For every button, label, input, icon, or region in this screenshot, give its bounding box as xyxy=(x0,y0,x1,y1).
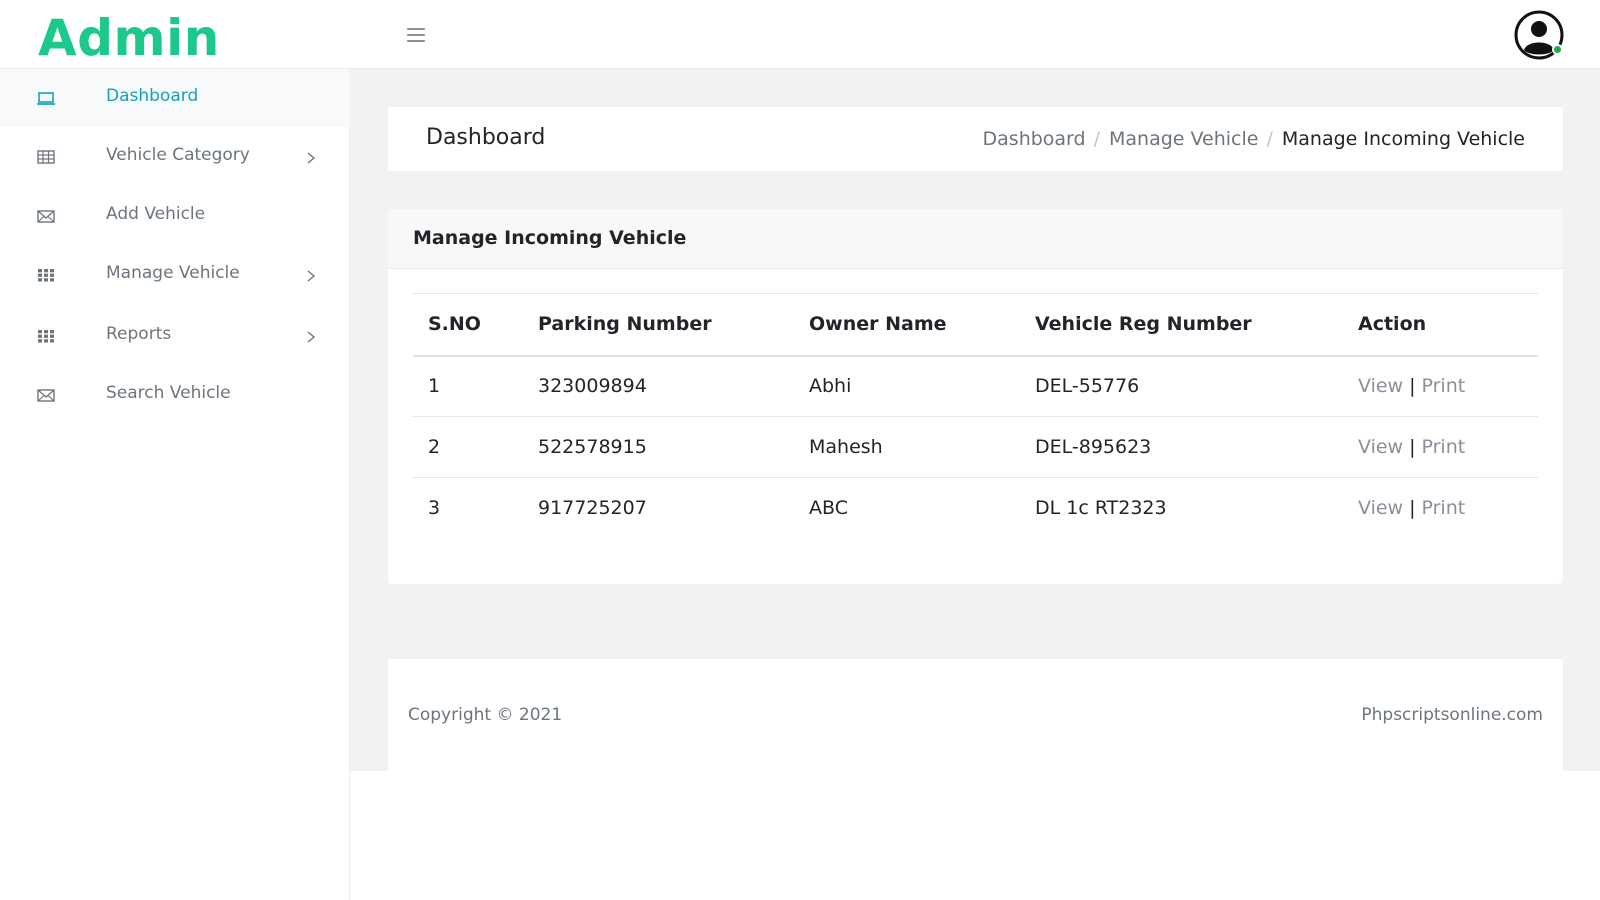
sidebar-item-search-vehicle[interactable]: Search Vehicle xyxy=(0,366,350,424)
cell-owner-name: ABC xyxy=(809,497,848,520)
sidebar-item-manage-vehicle[interactable]: Manage Vehicle xyxy=(0,246,350,304)
sidebar-item-label: Vehicle Category xyxy=(106,145,250,165)
column-header-parking-number: Parking Number xyxy=(523,293,794,357)
sidebar-item-label: Add Vehicle xyxy=(106,204,206,224)
breadcrumb-separator: / xyxy=(1093,128,1101,150)
card-header: Manage Incoming Vehicle xyxy=(388,209,1563,269)
card-title: Manage Incoming Vehicle xyxy=(413,227,687,249)
online-status-dot xyxy=(1552,44,1563,55)
page-title: Dashboard xyxy=(426,125,546,150)
cell-parking-number: 917725207 xyxy=(538,497,647,520)
table-header-row: S.NO Parking Number Owner Name Vehicle R… xyxy=(413,293,1538,357)
table-row: 1 323009894 Abhi DEL-55776 View | Print xyxy=(413,355,1538,417)
brand-logo[interactable]: Admin xyxy=(38,6,220,70)
sidebar-item-label: Reports xyxy=(106,324,172,344)
column-header-action: Action xyxy=(1343,293,1538,357)
breadcrumb-separator: / xyxy=(1266,128,1273,150)
chevron-right-icon xyxy=(305,268,317,282)
breadcrumb-current: Manage Incoming Vehicle xyxy=(1281,128,1525,150)
print-link[interactable]: Print xyxy=(1422,375,1466,397)
envelope-icon xyxy=(36,386,56,404)
cell-sno: 2 xyxy=(413,416,523,478)
incoming-vehicle-card: Manage Incoming Vehicle S.NO Parking Num… xyxy=(388,209,1563,584)
breadcrumb-dashboard[interactable]: Dashboard xyxy=(983,128,1086,150)
cell-parking-number: 323009894 xyxy=(523,355,794,417)
action-separator: | xyxy=(1409,375,1416,398)
grid-icon xyxy=(36,266,56,284)
sidebar-item-reports[interactable]: Reports xyxy=(0,307,350,365)
chevron-right-icon xyxy=(305,329,317,343)
cell-vehicle-reg-number: DEL-895623 xyxy=(1020,416,1343,478)
chevron-right-icon xyxy=(305,150,317,164)
vehicle-table: S.NO Parking Number Owner Name Vehicle R… xyxy=(413,293,1538,539)
table-row: 3 917725207 ABC DL 1c RT2323 View | Print xyxy=(413,478,1538,539)
sidebar-item-add-vehicle[interactable]: Add Vehicle xyxy=(0,187,350,245)
sidebar: Dashboard Vehicle Category Add Vehicle M… xyxy=(0,69,350,900)
action-separator: | xyxy=(1409,497,1416,520)
envelope-icon xyxy=(36,207,56,225)
print-link[interactable]: Print xyxy=(1422,436,1466,458)
laptop-icon xyxy=(36,89,56,107)
cell-sno: 3 xyxy=(428,497,441,520)
footer-copyright: Copyright © 2021 xyxy=(408,705,563,725)
cell-owner-name: Abhi xyxy=(794,355,1020,417)
cell-sno: 1 xyxy=(413,355,523,417)
breadcrumb: Dashboard / Manage Vehicle / Manage Incoming… xyxy=(983,128,1525,150)
cell-parking-number: 522578915 xyxy=(523,416,794,478)
column-header-vehicle-reg-number: Vehicle Reg Number xyxy=(1020,293,1343,357)
page-header: Dashboard Dashboard / Manage Vehicle / Manag… xyxy=(388,107,1563,171)
cell-action: View | Print xyxy=(1343,355,1538,417)
cell-owner-name: Mahesh xyxy=(794,416,1020,478)
sidebar-item-label: Dashboard xyxy=(106,86,199,106)
hamburger-icon[interactable] xyxy=(405,26,427,44)
top-bar: Admin xyxy=(0,0,1600,69)
cell-action: View | Print xyxy=(1343,416,1538,478)
table-row: 2 522578915 Mahesh DEL-895623 View | Print xyxy=(413,416,1538,478)
sidebar-item-vehicle-category[interactable]: Vehicle Category xyxy=(0,128,350,186)
view-link[interactable]: View xyxy=(1358,375,1403,397)
breadcrumb-manage-vehicle[interactable]: Manage Vehicle xyxy=(1109,128,1258,150)
sidebar-item-label: Search Vehicle xyxy=(106,383,231,403)
column-header-sno: S.NO xyxy=(413,293,523,357)
footer: Copyright © 2021 Phpscriptsonline.com xyxy=(388,659,1563,771)
table-icon xyxy=(36,148,56,166)
cell-action: View | Print xyxy=(1343,478,1538,539)
grid-icon xyxy=(36,327,56,345)
print-link[interactable]: Print xyxy=(1422,497,1466,519)
sidebar-item-dashboard[interactable]: Dashboard xyxy=(0,69,350,127)
sidebar-item-label: Manage Vehicle xyxy=(106,263,240,283)
cell-vehicle-reg-number: DEL-55776 xyxy=(1020,355,1343,417)
view-link[interactable]: View xyxy=(1358,436,1403,458)
action-separator: | xyxy=(1409,436,1416,458)
view-link[interactable]: View xyxy=(1358,497,1403,519)
cell-vehicle-reg-number: DL 1c RT2323 xyxy=(1035,497,1167,520)
column-header-owner-name: Owner Name xyxy=(794,293,1020,357)
footer-site-link[interactable]: Phpscriptsonline.com xyxy=(1361,705,1543,725)
